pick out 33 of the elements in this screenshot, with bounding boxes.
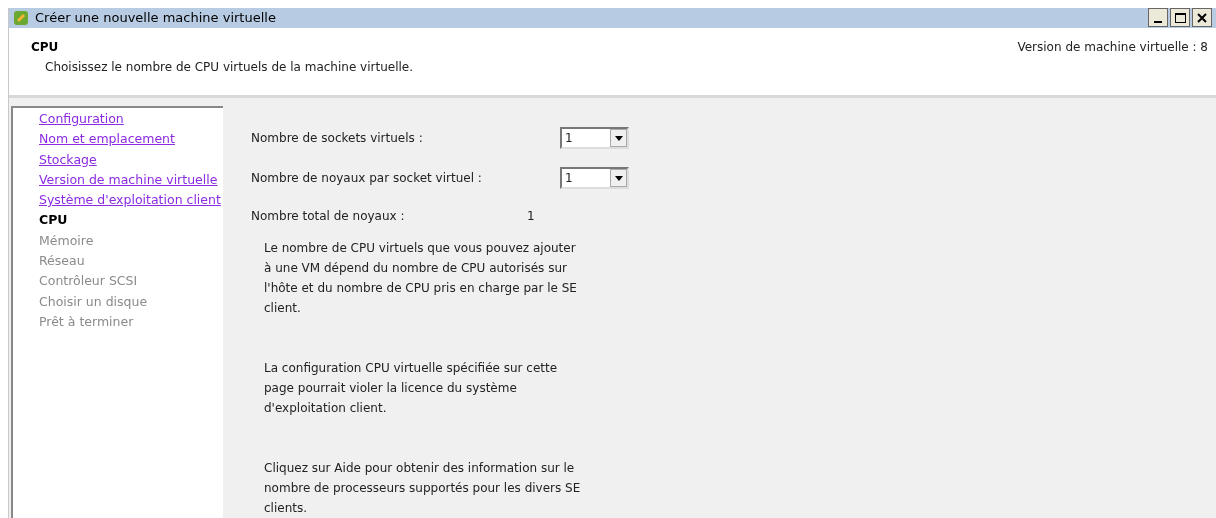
page-title: CPU (31, 38, 60, 56)
total-value: 1 (527, 208, 535, 225)
window-title: Créer une nouvelle machine virtuelle (35, 9, 276, 27)
info-paragraph: Cliquez sur Aide pour obtenir des information sur le nombre de processeurs supportés pour les divers SE clients. (264, 460, 582, 517)
page-subtitle: Choisissez le nombre de CPU virtuels de la machine virtuelle. (45, 58, 413, 76)
step-item[interactable]: Nom et emplacement (39, 129, 175, 150)
step-item: Réseau (39, 252, 85, 271)
step-item: Choisir un disque (39, 292, 148, 311)
minimize-button[interactable] (1148, 8, 1168, 28)
maximize-button[interactable] (1170, 8, 1190, 28)
info-paragraph: La configuration CPU virtuelle spécifiée sur cette page pourrait violer la licence du système d'exploitation client. (264, 360, 559, 417)
field-label: Nombre de noyaux par socket virtuel : (251, 170, 483, 187)
count-dropdown[interactable]: 1 (560, 167, 629, 189)
step-item[interactable]: Système d'exploitation client (39, 190, 221, 211)
step-item[interactable]: Configuration (39, 109, 124, 130)
dropdown-caret-icon (610, 129, 627, 147)
step-item[interactable]: Version de machine virtuelle (39, 169, 218, 191)
step-item: Mémoire (39, 231, 94, 250)
maximize-icon (1174, 12, 1186, 23)
minimize-icon (1154, 21, 1162, 24)
step-item: Contrôleur SCSI (39, 272, 138, 291)
close-button[interactable] (1192, 8, 1212, 28)
close-icon (1197, 12, 1207, 23)
dropdown-caret-icon (610, 169, 627, 187)
total-label: Nombre total de noyaux : (251, 208, 406, 225)
step-item[interactable]: Stockage (39, 149, 97, 170)
step-item: CPU (39, 211, 68, 230)
app-logo-icon (13, 9, 29, 26)
info-paragraph: Le nombre de CPU virtuels que vous pouvez ajouter à une VM dépend du nombre de CPU autorisés sur l'hôte et du nombre de CPU pris en charge par le SE client. (264, 240, 578, 317)
count-dropdown[interactable]: 1 (560, 127, 629, 149)
field-label: Nombre de sockets virtuels : (251, 130, 424, 147)
version-label: Version de machine virtuelle : 8 (1017, 38, 1208, 56)
step-item: Prêt à terminer (39, 312, 134, 331)
